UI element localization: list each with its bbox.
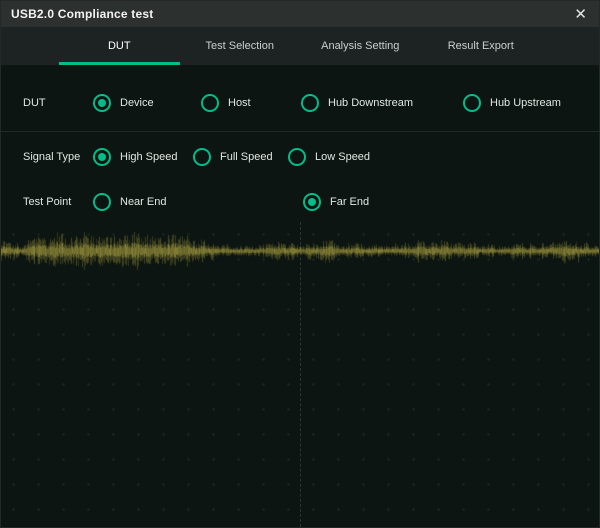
usb-compliance-dialog: USB2.0 Compliance test ✕ DUTTest Selecti… xyxy=(0,0,600,528)
dialog-title: USB2.0 Compliance test xyxy=(11,7,574,21)
radio-icon xyxy=(201,94,219,112)
radio-option-far-end[interactable]: Far End xyxy=(303,193,369,211)
center-graticule-line xyxy=(300,222,301,527)
tab-dut[interactable]: DUT xyxy=(59,27,180,65)
radio-label: Near End xyxy=(120,196,166,208)
settings-form: DUT Device Host Hub Downstream Hub Upstream… xyxy=(1,65,599,222)
dut-row-label: DUT xyxy=(1,97,93,109)
signal-type-row: Signal Type High Speed Full Speed Low Spee… xyxy=(1,132,599,182)
signal-type-options: High Speed Full Speed Low Speed xyxy=(93,148,370,166)
radio-option-hub-downstream[interactable]: Hub Downstream xyxy=(301,94,463,112)
radio-label: Hub Upstream xyxy=(490,97,561,109)
radio-icon xyxy=(301,94,319,112)
test-point-row: Test Point Near End Far End xyxy=(1,182,599,222)
radio-option-host[interactable]: Host xyxy=(201,94,301,112)
radio-option-low-speed[interactable]: Low Speed xyxy=(288,148,370,166)
dut-options: Device Host Hub Downstream Hub Upstream xyxy=(93,94,561,112)
tab-bar: DUTTest SelectionAnalysis SettingResult … xyxy=(1,27,599,65)
close-icon[interactable]: ✕ xyxy=(574,7,587,22)
test-point-options: Near End Far End xyxy=(93,193,369,211)
tab-result-export[interactable]: Result Export xyxy=(421,27,542,65)
radio-selected-icon xyxy=(93,148,111,166)
radio-icon xyxy=(463,94,481,112)
tab-test-selection[interactable]: Test Selection xyxy=(180,27,301,65)
radio-option-device[interactable]: Device xyxy=(93,94,201,112)
radio-label: Full Speed xyxy=(220,151,273,163)
radio-selected-icon xyxy=(93,94,111,112)
radio-label: Host xyxy=(228,97,251,109)
radio-label: Device xyxy=(120,97,154,109)
dut-row: DUT Device Host Hub Downstream Hub Upstream xyxy=(1,75,599,131)
test-point-row-label: Test Point xyxy=(1,196,93,208)
radio-option-near-end[interactable]: Near End xyxy=(93,193,303,211)
radio-label: Hub Downstream xyxy=(328,97,413,109)
radio-option-hub-upstream[interactable]: Hub Upstream xyxy=(463,94,561,112)
radio-icon xyxy=(93,193,111,211)
titlebar: USB2.0 Compliance test ✕ xyxy=(1,1,599,27)
radio-icon xyxy=(288,148,306,166)
radio-option-high-speed[interactable]: High Speed xyxy=(93,148,193,166)
waveform-display xyxy=(1,222,599,527)
radio-label: Low Speed xyxy=(315,151,370,163)
tab-analysis-setting[interactable]: Analysis Setting xyxy=(300,27,421,65)
radio-selected-icon xyxy=(303,193,321,211)
signal-type-row-label: Signal Type xyxy=(1,151,93,163)
radio-label: High Speed xyxy=(120,151,178,163)
radio-option-full-speed[interactable]: Full Speed xyxy=(193,148,288,166)
radio-icon xyxy=(193,148,211,166)
radio-label: Far End xyxy=(330,196,369,208)
